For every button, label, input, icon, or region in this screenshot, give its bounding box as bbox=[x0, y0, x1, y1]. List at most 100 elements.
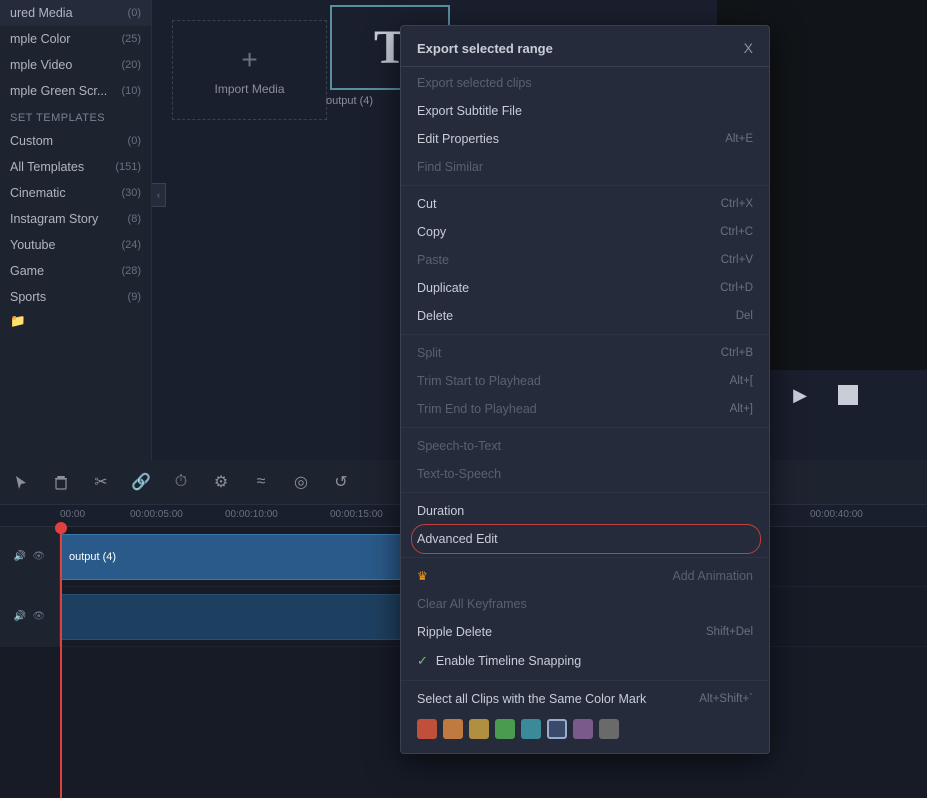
context-menu-item-edit-properties[interactable]: Edit Properties Alt+E bbox=[401, 125, 769, 153]
context-menu-item-trim-end: Trim End to Playhead Alt+] bbox=[401, 395, 769, 423]
menu-item-shortcut: Ctrl+C bbox=[720, 226, 753, 238]
separator-4 bbox=[401, 492, 769, 493]
color-swatch-yellow[interactable] bbox=[469, 719, 489, 739]
menu-item-label: Copy bbox=[417, 225, 446, 239]
sidebar: ured Media (0) mple Color (25) mple Vide… bbox=[0, 0, 152, 460]
sidebar-item-label: ured Media bbox=[10, 6, 73, 20]
sidebar-item-sample-color[interactable]: mple Color (25) bbox=[0, 26, 151, 52]
menu-item-label: Select all Clips with the Same Color Mar… bbox=[417, 692, 646, 706]
menu-item-label: Text-to-Speech bbox=[417, 467, 501, 481]
color-swatch-purple[interactable] bbox=[573, 719, 593, 739]
context-menu-item-select-same-color[interactable]: Select all Clips with the Same Color Mar… bbox=[401, 685, 769, 713]
sidebar-item-custom[interactable]: Custom (0) bbox=[0, 128, 151, 154]
context-menu-item-paste: Paste Ctrl+V bbox=[401, 246, 769, 274]
context-menu-item-add-animation: ♛ Add Animation bbox=[401, 562, 769, 590]
ruler-tick: 00:00:15:00 bbox=[330, 509, 383, 520]
sidebar-item-label: Instagram Story bbox=[10, 212, 98, 226]
color-swatch-teal[interactable] bbox=[521, 719, 541, 739]
sidebar-item-count: (151) bbox=[115, 161, 141, 173]
menu-item-shortcut: Alt+[ bbox=[730, 375, 753, 387]
menu-item-shortcut: Alt+Shift+` bbox=[699, 693, 753, 705]
separator-2 bbox=[401, 334, 769, 335]
context-menu-item-delete[interactable]: Delete Del bbox=[401, 302, 769, 330]
context-menu-item-ripple-delete[interactable]: Ripple Delete Shift+Del bbox=[401, 618, 769, 646]
sidebar-item-count: (10) bbox=[121, 85, 141, 97]
sidebar-item-label: mple Color bbox=[10, 32, 70, 46]
context-menu-item-duplicate[interactable]: Duplicate Ctrl+D bbox=[401, 274, 769, 302]
volume-icon-a: 🔊 bbox=[14, 611, 26, 622]
context-menu-item-cut[interactable]: Cut Ctrl+X bbox=[401, 190, 769, 218]
sidebar-item-folder: 📁 bbox=[0, 310, 151, 335]
context-menu-item-text-to-speech: Text-to-Speech bbox=[401, 460, 769, 488]
context-menu-item-export-subtitle[interactable]: Export Subtitle File bbox=[401, 97, 769, 125]
sidebar-item-sample-video[interactable]: mple Video (20) bbox=[0, 52, 151, 78]
color-swatch-orange[interactable] bbox=[443, 719, 463, 739]
sidebar-item-label: Cinematic bbox=[10, 186, 66, 200]
menu-item-label: Delete bbox=[417, 309, 453, 323]
sidebar-item-label: Game bbox=[10, 264, 44, 278]
separator-5 bbox=[401, 557, 769, 558]
playhead-line bbox=[60, 527, 62, 798]
separator-1 bbox=[401, 185, 769, 186]
toolbar-cut-button[interactable]: ✂ bbox=[90, 471, 112, 493]
folder-icon: 📁 bbox=[10, 314, 26, 329]
import-media-button[interactable]: + Import Media bbox=[172, 20, 327, 120]
context-menu: Export selected range X Export selected … bbox=[400, 25, 770, 754]
menu-item-label: Edit Properties bbox=[417, 132, 499, 146]
menu-item-shortcut: Del bbox=[736, 310, 753, 322]
sidebar-item-youtube[interactable]: Youtube (24) bbox=[0, 232, 151, 258]
toolbar-cursor-button[interactable] bbox=[10, 471, 32, 493]
crown-icon: ♛ bbox=[417, 569, 428, 583]
ruler-tick: 00:00:05:00 bbox=[130, 509, 183, 520]
color-swatch-gray[interactable] bbox=[599, 719, 619, 739]
context-menu-close-button[interactable]: X bbox=[744, 40, 753, 56]
color-swatch-red[interactable] bbox=[417, 719, 437, 739]
toolbar-timer-button[interactable]: ⏱ bbox=[170, 471, 192, 493]
menu-item-label: Duplicate bbox=[417, 281, 469, 295]
context-menu-item-copy[interactable]: Copy Ctrl+C bbox=[401, 218, 769, 246]
context-menu-item-clear-keyframes: Clear All Keyframes bbox=[401, 590, 769, 618]
sidebar-item-count: (20) bbox=[121, 59, 141, 71]
toolbar-snap-button[interactable]: ◎ bbox=[290, 471, 312, 493]
menu-item-label: Export Subtitle File bbox=[417, 104, 522, 118]
color-swatch-green[interactable] bbox=[495, 719, 515, 739]
menu-item-label: Add Animation bbox=[672, 569, 753, 583]
sidebar-item-label: Sports bbox=[10, 290, 46, 304]
sidebar-item-instagram-story[interactable]: Instagram Story (8) bbox=[0, 206, 151, 232]
toolbar-delete-button[interactable] bbox=[50, 471, 72, 493]
toolbar-settings-button[interactable]: ⚙ bbox=[210, 471, 232, 493]
context-menu-item-advanced-edit[interactable]: Advanced Edit bbox=[401, 525, 769, 553]
sidebar-item-ured-media[interactable]: ured Media (0) bbox=[0, 0, 151, 26]
context-menu-item-split: Split Ctrl+B bbox=[401, 339, 769, 367]
sidebar-item-all-templates[interactable]: All Templates (151) bbox=[0, 154, 151, 180]
stop-button[interactable] bbox=[838, 385, 858, 405]
color-swatch-navy[interactable] bbox=[547, 719, 567, 739]
play-button[interactable]: ▶ bbox=[786, 381, 814, 409]
context-menu-title: Export selected range bbox=[417, 41, 553, 56]
sidebar-item-game[interactable]: Game (28) bbox=[0, 258, 151, 284]
sidebar-item-cinematic[interactable]: Cinematic (30) bbox=[0, 180, 151, 206]
context-menu-header: Export selected range X bbox=[401, 30, 769, 67]
sidebar-item-green-screen[interactable]: mple Green Scr... (10) bbox=[0, 78, 151, 104]
toolbar-link-button[interactable]: 🔗 bbox=[130, 471, 152, 493]
toolbar-audio-button[interactable]: ≈ bbox=[250, 471, 272, 493]
track-label-v1: 🔊 👁 bbox=[0, 527, 60, 586]
playhead-head bbox=[55, 522, 67, 534]
toolbar-undo-button[interactable]: ↺ bbox=[330, 471, 352, 493]
sidebar-item-sports[interactable]: Sports (9) bbox=[0, 284, 151, 310]
menu-item-label: Cut bbox=[417, 197, 436, 211]
context-menu-item-enable-snapping[interactable]: ✓ Enable Timeline Snapping bbox=[401, 646, 769, 676]
separator-6 bbox=[401, 680, 769, 681]
menu-item-label: Paste bbox=[417, 253, 449, 267]
video-clip[interactable]: output (4) bbox=[60, 534, 410, 580]
sidebar-item-label: mple Video bbox=[10, 58, 72, 72]
context-menu-item-export-clips: Export selected clips bbox=[401, 69, 769, 97]
sidebar-collapse-button[interactable]: ‹ bbox=[152, 183, 166, 207]
preset-section-label: set Templates bbox=[0, 104, 151, 128]
context-menu-item-duration[interactable]: Duration bbox=[401, 497, 769, 525]
sidebar-item-count: (0) bbox=[128, 135, 141, 147]
sidebar-item-count: (30) bbox=[121, 187, 141, 199]
audio-clip[interactable] bbox=[60, 594, 410, 640]
ruler-tick: 00:00 bbox=[60, 509, 85, 520]
sidebar-item-count: (24) bbox=[121, 239, 141, 251]
